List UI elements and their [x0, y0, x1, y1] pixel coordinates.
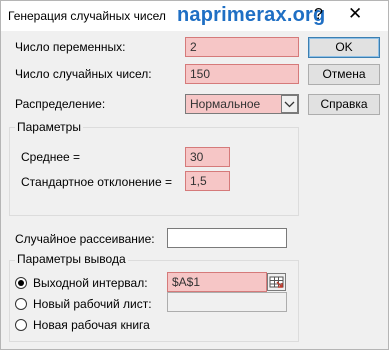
num-variables-input[interactable]: 2: [185, 37, 299, 57]
watermark: naprimerax.org: [177, 4, 326, 26]
output-options-title: Параметры вывода: [15, 252, 128, 266]
random-number-generation-dialog: Генерация случайных чисел naprimerax.org…: [0, 0, 389, 350]
seed-input[interactable]: [167, 228, 287, 248]
stdev-label: Стандартное отклонение =: [21, 175, 172, 189]
distribution-value: Нормальное: [190, 97, 261, 111]
new-sheet-radio[interactable]: [15, 298, 27, 310]
output-range-label: Выходной интервал:: [33, 276, 148, 290]
new-sheet-label: Новый рабочий лист:: [33, 297, 152, 311]
cancel-button[interactable]: Отмена: [308, 64, 380, 85]
new-workbook-radio[interactable]: [15, 319, 27, 331]
help-icon[interactable]: ?: [314, 6, 323, 24]
new-sheet-input[interactable]: [167, 292, 287, 312]
mean-label: Среднее =: [21, 150, 81, 164]
parameters-group: [9, 127, 299, 216]
output-range-radio[interactable]: [15, 277, 27, 289]
distribution-label: Распределение:: [15, 97, 106, 111]
output-range-input[interactable]: $A$1: [167, 272, 267, 292]
title-bar: Генерация случайных чисел naprimerax.org…: [1, 1, 388, 31]
num-random-input[interactable]: 150: [185, 64, 299, 84]
distribution-dropdown-button[interactable]: [281, 95, 298, 113]
ok-button[interactable]: OK: [308, 37, 380, 58]
num-variables-label: Число переменных:: [15, 40, 126, 54]
dialog-title: Генерация случайных чисел: [8, 9, 166, 23]
mean-input[interactable]: 30: [185, 147, 230, 167]
num-random-label: Число случайных чисел:: [15, 67, 152, 81]
help-button[interactable]: Справка: [308, 94, 380, 115]
stdev-input[interactable]: 1,5: [185, 171, 230, 191]
close-icon[interactable]: ✕: [348, 4, 362, 24]
chevron-down-icon: [284, 101, 295, 108]
new-workbook-label: Новая рабочая книга: [33, 318, 150, 332]
range-select-button[interactable]: [267, 273, 286, 291]
range-picker-icon: [267, 273, 286, 291]
seed-label: Случайное рассеивание:: [15, 232, 155, 246]
parameters-group-title: Параметры: [15, 120, 83, 134]
